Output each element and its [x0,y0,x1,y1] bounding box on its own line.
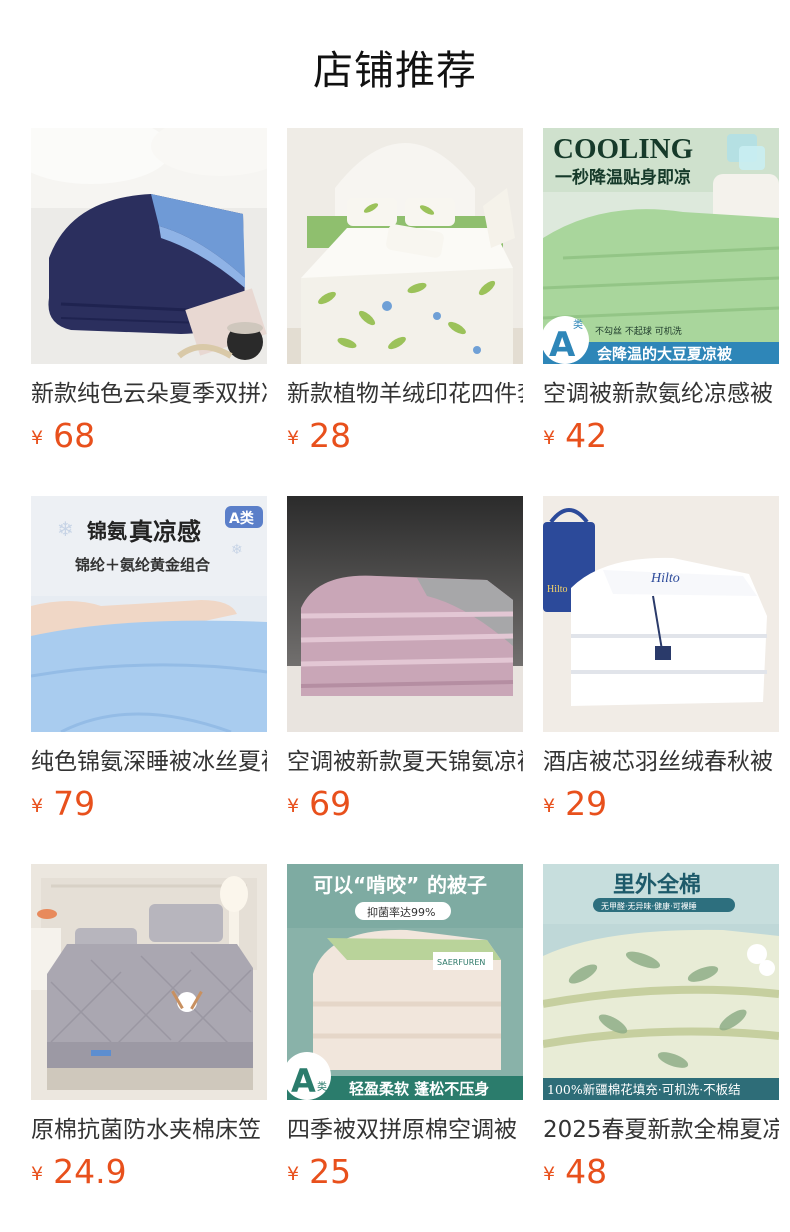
grade-suffix: 类 [573,318,583,331]
currency-symbol: ¥ [31,795,44,817]
product-price: ¥29 [543,784,779,826]
overlay-banner: 100%新疆棉花填充·可机洗·不板结 [547,1082,741,1097]
product-card[interactable]: ❄ 锦氨 真凉感 A类 锦纶＋氨纶黄金组合 ❄ 纯色锦氨深睡被冰丝夏被 ¥79 [31,496,267,826]
product-image[interactable] [287,496,523,732]
product-name[interactable]: 空调被新款夏天锦氨凉被 [287,746,523,778]
product-name[interactable]: 四季被双拼原棉空调被 [287,1114,523,1146]
overlay-subline: 一秒降温贴身即凉 [555,167,691,188]
price-value: 48 [565,1152,608,1191]
product-price: ¥42 [543,416,779,458]
product-image[interactable]: Hilto Hilto [543,496,779,732]
product-price: ¥28 [287,416,523,458]
product-card[interactable]: 原棉抗菌防水夹棉床笠 ¥24.9 [31,864,267,1194]
price-value: 29 [565,784,608,823]
price-value: 28 [309,416,352,455]
product-name[interactable]: 新款纯色云朵夏季双拼凉感被 [31,378,267,410]
section-title: 店铺推荐 [313,48,477,94]
overlay-headline-b: 真凉感 [129,518,201,546]
price-value: 24.9 [53,1152,127,1191]
product-card[interactable]: 里外全棉 无甲醛·无异味·健康·可裸睡 100%新疆棉花填充·可机洗·不板结 2… [543,864,779,1194]
product-card[interactable]: 空调被新款夏天锦氨凉被 ¥69 [287,496,523,826]
overlay-banner: 轻盈柔软 蓬松不压身 [349,1080,489,1098]
price-value: 42 [565,416,608,455]
product-card[interactable]: 新款植物羊绒印花四件套 ¥28 [287,128,523,458]
grade-badge: A类 [229,510,255,527]
product-image[interactable] [31,128,267,364]
currency-symbol: ¥ [31,1163,44,1185]
overlay-headline-a: 可以 [313,873,353,897]
grade-suffix: 类 [317,1080,327,1093]
overlay-headline-a: 锦氨 [87,519,127,543]
product-image[interactable]: COOLING 一秒降温贴身即凉 A 类 不勾丝 不起球 可机洗 会降温的大豆夏… [543,128,779,364]
overlay-banner: 会降温的大豆夏凉被 [597,345,733,363]
product-image[interactable]: 可以 “啃咬” 的被子 抑菌率达99% SAERFUREN A 类 轻盈柔软 蓬… [287,864,523,1100]
product-name[interactable]: 新款植物羊绒印花四件套 [287,378,523,410]
product-price: ¥79 [31,784,267,826]
currency-symbol: ¥ [287,795,300,817]
overlay-tags: 不勾丝 不起球 可机洗 [595,325,682,337]
product-image[interactable]: ❄ 锦氨 真凉感 A类 锦纶＋氨纶黄金组合 ❄ [31,496,267,732]
product-price: ¥25 [287,1152,523,1194]
overlay-headline: COOLING [553,133,693,165]
currency-symbol: ¥ [543,795,556,817]
product-price: ¥48 [543,1152,779,1194]
product-price: ¥68 [31,416,267,458]
grade-letter: A [549,325,576,364]
overlay-chip: 无甲醛·无异味·健康·可裸睡 [601,901,697,911]
product-name[interactable]: 酒店被芯羽丝绒春秋被 [543,746,779,778]
currency-symbol: ¥ [31,427,44,449]
snowflake-icon: ❄ [231,542,243,558]
overlay-headline: 里外全棉 [613,872,701,898]
snowflake-icon: ❄ [57,517,74,541]
product-name[interactable]: 空调被新款氨纶凉感被 [543,378,779,410]
product-name[interactable]: 2025春夏新款全棉夏凉被 [543,1114,779,1146]
currency-symbol: ¥ [287,427,300,449]
price-value: 69 [309,784,352,823]
product-card[interactable]: 新款纯色云朵夏季双拼凉感被 ¥68 [31,128,267,458]
product-image[interactable] [31,864,267,1100]
product-price: ¥69 [287,784,523,826]
product-card[interactable]: 可以 “啃咬” 的被子 抑菌率达99% SAERFUREN A 类 轻盈柔软 蓬… [287,864,523,1194]
brand-label: SAERFUREN [437,958,485,967]
product-image[interactable]: 里外全棉 无甲醛·无异味·健康·可裸睡 100%新疆棉花填充·可机洗·不板结 [543,864,779,1100]
brand-label: Hilto [650,571,680,586]
product-image[interactable] [287,128,523,364]
price-value: 25 [309,1152,352,1191]
price-value: 79 [53,784,96,823]
grade-letter: A [291,1062,316,1100]
overlay-chip: 抑菌率达99% [367,905,435,919]
currency-symbol: ¥ [543,427,556,449]
product-card[interactable]: COOLING 一秒降温贴身即凉 A 类 不勾丝 不起球 可机洗 会降温的大豆夏… [543,128,779,458]
bag-label: Hilto [547,584,568,595]
overlay-headline-b: “啃咬” [353,873,419,897]
currency-symbol: ¥ [287,1163,300,1185]
currency-symbol: ¥ [543,1163,556,1185]
product-name[interactable]: 原棉抗菌防水夹棉床笠 [31,1114,267,1146]
price-value: 68 [53,416,96,455]
product-name[interactable]: 纯色锦氨深睡被冰丝夏被 [31,746,267,778]
product-card[interactable]: Hilto Hilto 酒店被芯羽丝绒春秋被 ¥29 [543,496,779,826]
overlay-headline-c: 的被子 [427,873,487,897]
overlay-subline: 锦纶＋氨纶黄金组合 [75,556,211,574]
product-price: ¥24.9 [31,1152,267,1194]
